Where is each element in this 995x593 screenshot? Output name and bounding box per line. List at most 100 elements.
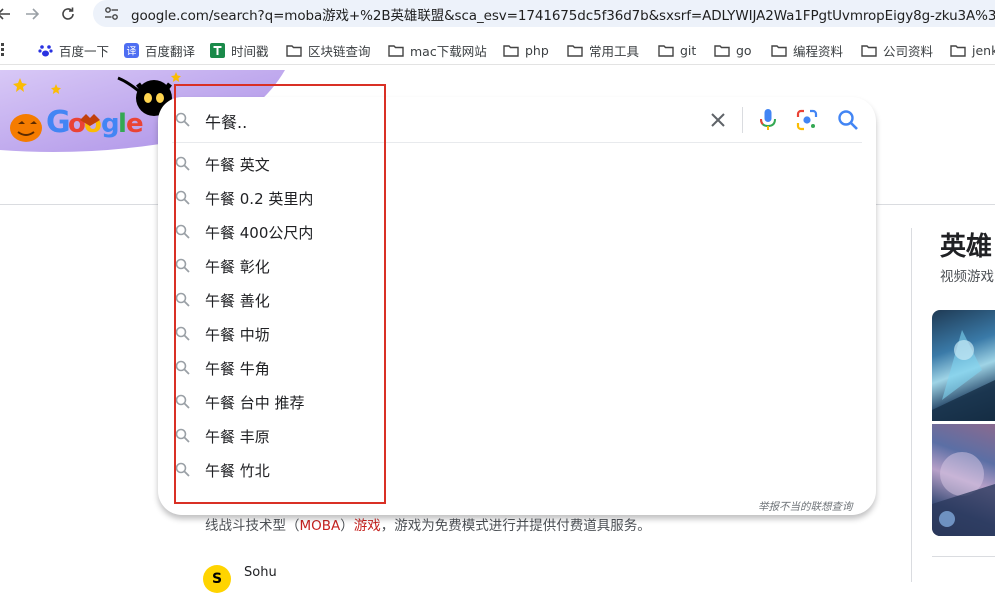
folder-icon	[388, 44, 404, 57]
back-arrow-icon[interactable]	[0, 4, 14, 24]
search-icon	[175, 326, 190, 341]
bookmark-folder-jenkins[interactable]: jenk	[950, 41, 995, 59]
report-suggestions-link[interactable]: 举报不当的联想查询	[758, 499, 853, 514]
bookmark-baidu-translate[interactable]: 译 百度翻译	[124, 41, 195, 59]
bookmark-timestamp[interactable]: 时间戳	[210, 41, 269, 59]
search-icon	[175, 394, 190, 409]
search-icon	[175, 112, 190, 127]
suggestion-text: 午餐 400公尺内	[205, 224, 314, 242]
bookmark-folder-mac-downloads[interactable]: mac下载网站	[388, 41, 487, 59]
bookmark-folder-php[interactable]: php	[503, 41, 549, 59]
svg-text:e: e	[126, 109, 144, 139]
suggestion-item[interactable]: 午餐 彰化	[158, 249, 876, 283]
suggestions-divider	[172, 142, 862, 143]
bookmark-label: 时间戳	[231, 43, 269, 59]
search-box-dropdown: 午餐.. 午餐 英文 午餐 0.2 英里内 午餐 400公尺内 午餐 彰化 午餐…	[158, 97, 876, 515]
search-icon	[175, 428, 190, 443]
bookmark-label: git	[680, 42, 697, 58]
suggestion-item[interactable]: 午餐 中坜	[158, 317, 876, 351]
search-input-row[interactable]: 午餐..	[158, 97, 876, 143]
search-icon	[175, 360, 190, 375]
bookmark-label: mac下载网站	[410, 43, 487, 59]
snippet-text: ，游戏为免费模式进行并提供付费道具服务。	[380, 518, 651, 534]
bookmark-label: 常用工具	[589, 43, 640, 59]
suggestion-item[interactable]: 午餐 善化	[158, 283, 876, 317]
knowledge-panel-subtitle: 视频游戏	[940, 269, 994, 285]
folder-icon	[861, 44, 877, 57]
suggestion-item[interactable]: 午餐 竹北	[158, 453, 876, 487]
search-input[interactable]: 午餐..	[205, 109, 247, 133]
search-icon	[175, 462, 190, 477]
bookmark-folder-git[interactable]: git	[658, 41, 696, 59]
suggestion-item[interactable]: 午餐 英文	[158, 147, 876, 181]
search-icon	[175, 258, 190, 273]
suggestion-text: 午餐 台中 推荐	[205, 394, 305, 412]
bookmark-label: 百度一下	[59, 43, 110, 59]
suggestion-item[interactable]: 午餐 400公尺内	[158, 215, 876, 249]
svg-text:G: G	[46, 105, 71, 140]
search-icon	[175, 224, 190, 239]
search-icon	[175, 292, 190, 307]
svg-text:译: 译	[127, 45, 137, 57]
search-icon	[175, 156, 190, 171]
bookmark-folder-tools[interactable]: 常用工具	[567, 41, 639, 59]
bookmarks-bar: 百度一下 译 百度翻译 时间戳 区块链查询 mac下载网站 php 常用工具 g…	[0, 36, 995, 64]
knowledge-panel-divider	[911, 228, 912, 582]
folder-icon	[658, 44, 674, 57]
bookmark-label: 区块链查询	[308, 43, 371, 59]
knowledge-panel-title: 英雄	[940, 232, 993, 262]
address-bar[interactable]: google.com/search?q=moba游戏+%2B英雄联盟&sca_e…	[93, 0, 995, 27]
suggestion-text: 午餐 0.2 英里内	[205, 190, 314, 208]
bookmark-folder-go[interactable]: go	[714, 41, 752, 59]
suggestion-text: 午餐 彰化	[205, 258, 270, 276]
suggestion-item[interactable]: 午餐 丰原	[158, 419, 876, 453]
result-snippet: 线战斗技术型（MOBA）游戏，游戏为免费模式进行并提供付费道具服务。	[205, 514, 651, 534]
sohu-logo-icon: S	[203, 565, 231, 593]
search-icon	[175, 190, 190, 205]
toolbar-divider	[0, 64, 995, 65]
bookmark-label: jenk	[972, 42, 995, 58]
forward-arrow-icon[interactable]	[22, 4, 42, 24]
microphone-icon[interactable]	[758, 108, 778, 132]
suggestion-text: 午餐 牛角	[205, 360, 270, 378]
apps-grid-icon[interactable]	[0, 41, 12, 59]
suggestion-item[interactable]: 午餐 牛角	[158, 351, 876, 385]
url-text: google.com/search?q=moba游戏+%2B英雄联盟&sca_e…	[131, 8, 995, 24]
google-lens-icon[interactable]	[796, 109, 818, 131]
bookmark-folder-blockchain[interactable]: 区块链查询	[286, 41, 371, 59]
suggestion-text: 午餐 善化	[205, 292, 270, 310]
source-name: Sohu	[244, 564, 277, 580]
bookmark-label: 公司资料	[883, 43, 934, 59]
bookmark-label: go	[736, 42, 752, 58]
knowledge-panel-divider	[932, 556, 995, 557]
reload-icon[interactable]	[58, 4, 78, 24]
suggestion-item[interactable]: 午餐 台中 推荐	[158, 385, 876, 419]
bookmark-label: 编程资料	[793, 43, 844, 59]
folder-icon	[567, 44, 583, 57]
knowledge-panel-image[interactable]	[932, 310, 995, 421]
knowledge-panel-image[interactable]	[932, 424, 995, 536]
bookmark-baidu[interactable]: 百度一下	[38, 41, 109, 59]
folder-icon	[950, 44, 966, 57]
bookmark-folder-programming[interactable]: 编程资料	[771, 41, 843, 59]
suggestion-text: 午餐 英文	[205, 156, 270, 174]
browser-toolbar: google.com/search?q=moba游戏+%2B英雄联盟&sca_e…	[0, 0, 995, 27]
snippet-highlight: 游戏	[353, 518, 381, 534]
folder-icon	[286, 44, 302, 57]
folder-icon	[503, 44, 519, 57]
suggestion-item[interactable]: 午餐 0.2 英里内	[158, 181, 876, 215]
result-source[interactable]: S Sohu	[203, 565, 277, 593]
folder-icon	[714, 44, 730, 57]
suggestion-text: 午餐 中坜	[205, 326, 270, 344]
suggestion-text: 午餐 丰原	[205, 428, 270, 446]
clear-icon[interactable]	[708, 110, 728, 130]
snippet-highlight: MOBA	[299, 518, 341, 534]
paw-icon	[38, 44, 53, 56]
green-t-icon	[210, 42, 225, 58]
bookmark-label: php	[525, 42, 549, 58]
snippet-text: ）	[340, 518, 354, 534]
bookmark-label: 百度翻译	[145, 43, 196, 59]
search-submit-icon[interactable]	[837, 109, 859, 131]
site-settings-icon[interactable]	[103, 5, 120, 22]
bookmark-folder-company[interactable]: 公司资料	[861, 41, 933, 59]
